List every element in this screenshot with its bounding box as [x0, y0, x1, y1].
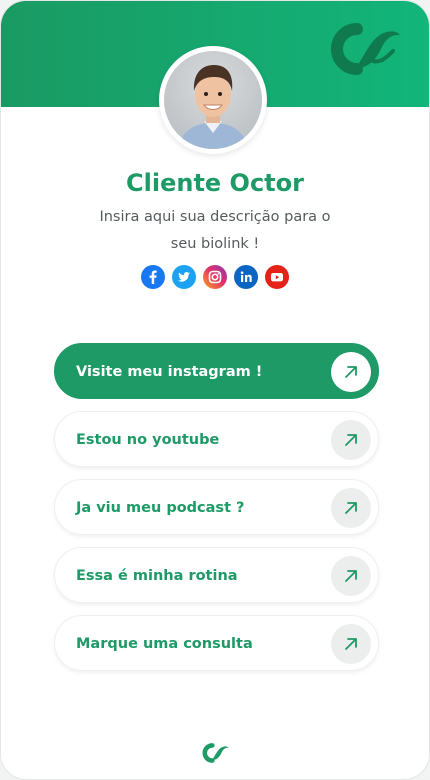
avatar — [159, 46, 267, 154]
social-icons — [1, 265, 429, 289]
description-line-1: Insira aqui sua descrição para o — [99, 209, 331, 225]
link-button-consulta[interactable]: Marque uma consulta — [54, 615, 379, 671]
link-label: Essa é minha rotina — [76, 568, 238, 584]
link-list: Visite meu instagram ! Estou no youtube … — [54, 343, 379, 683]
octor-logo-icon — [331, 23, 400, 75]
arrow-up-right-icon — [331, 624, 371, 664]
link-button-youtube[interactable]: Estou no youtube — [54, 411, 379, 467]
linkedin-icon[interactable] — [234, 265, 258, 289]
description-line-2: seu biolink ! — [170, 236, 260, 252]
youtube-icon[interactable] — [265, 265, 289, 289]
arrow-up-right-icon — [331, 420, 371, 460]
link-button-rotina[interactable]: Essa é minha rotina — [54, 547, 379, 603]
arrow-up-right-icon — [331, 488, 371, 528]
profile-photo — [164, 51, 262, 149]
link-label: Visite meu instagram ! — [76, 364, 263, 380]
link-button-instagram[interactable]: Visite meu instagram ! — [54, 343, 379, 399]
facebook-icon[interactable] — [141, 265, 165, 289]
link-label: Ja viu meu podcast ? — [76, 500, 245, 516]
instagram-icon[interactable] — [203, 265, 227, 289]
twitter-icon[interactable] — [172, 265, 196, 289]
link-label: Estou no youtube — [76, 432, 220, 448]
profile-name: Cliente Octor — [126, 169, 304, 197]
octor-logo-icon — [202, 743, 229, 763]
arrow-up-right-icon — [331, 352, 371, 392]
link-label: Marque uma consulta — [76, 636, 253, 652]
arrow-up-right-icon — [331, 556, 371, 596]
biolink-card: Cliente Octor Insira aqui sua descrição … — [0, 0, 430, 780]
link-button-podcast[interactable]: Ja viu meu podcast ? — [54, 479, 379, 535]
profile-description: Insira aqui sua descrição para o seu bio… — [81, 204, 349, 258]
